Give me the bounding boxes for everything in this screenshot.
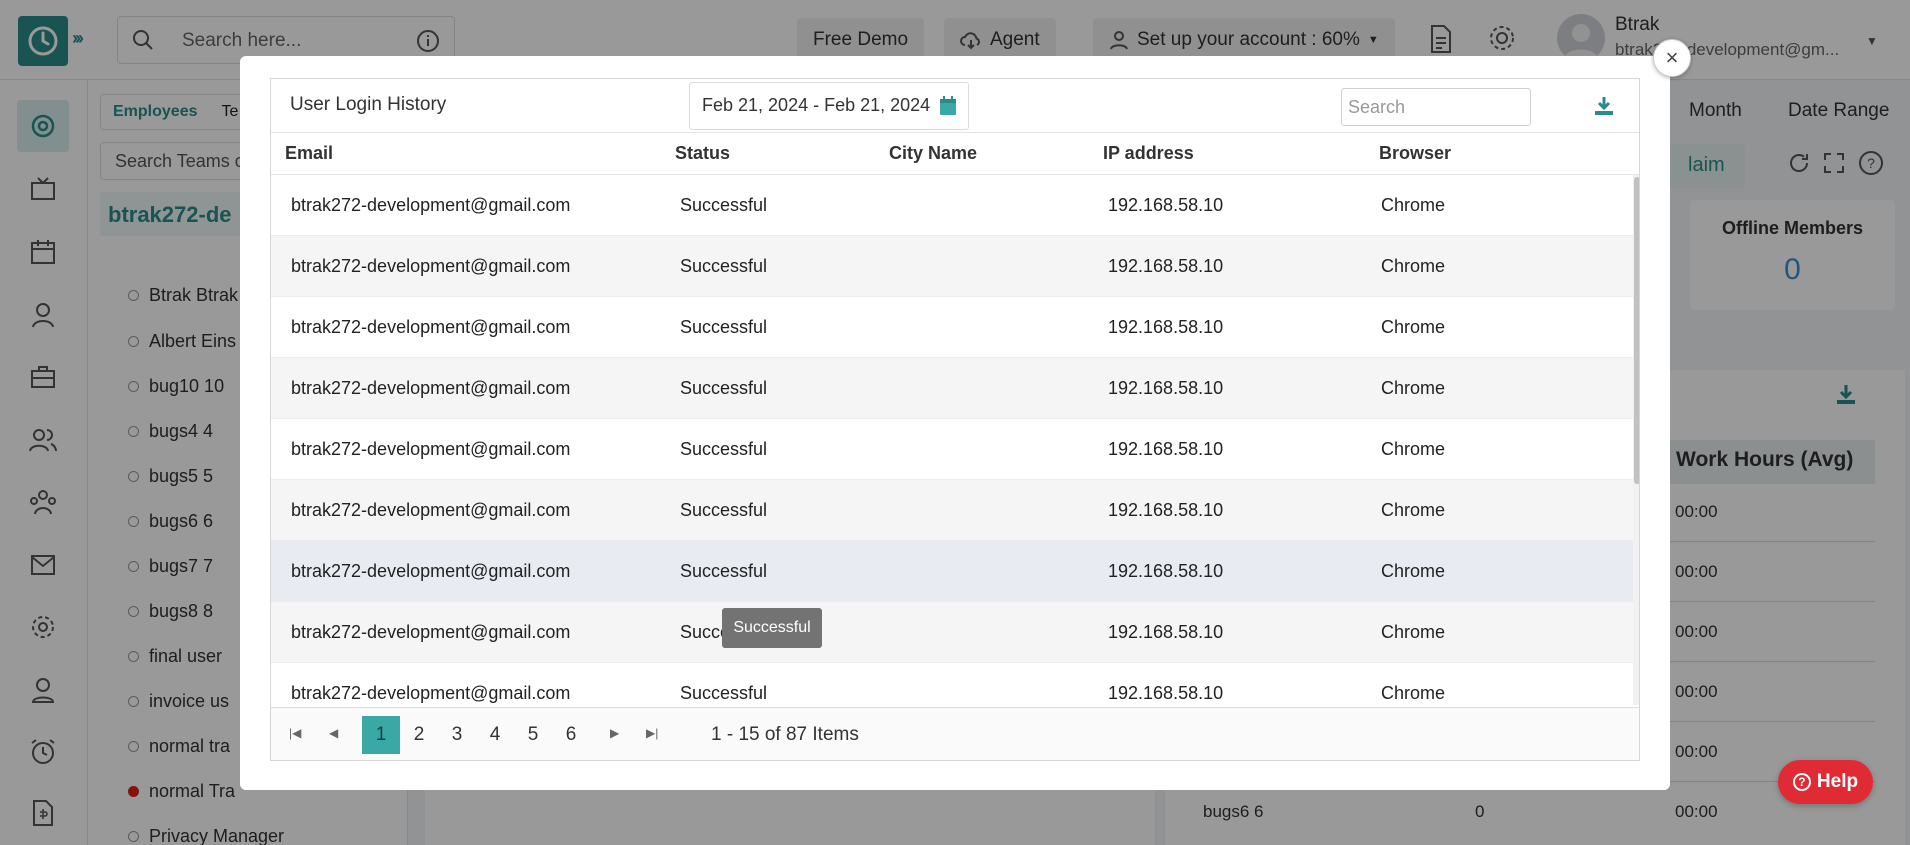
table-row[interactable]: btrak272-development@gmail.com Successfu… xyxy=(271,419,1633,480)
page-4-button[interactable]: 4 xyxy=(476,716,514,754)
browser-cell: Chrome xyxy=(1381,439,1446,459)
email-cell: btrak272-development@gmail.com xyxy=(291,683,571,703)
ip-cell: 192.168.58.10 xyxy=(1108,439,1224,459)
browser-cell: Chrome xyxy=(1381,561,1446,581)
next-page-icon[interactable]: ▶ xyxy=(610,726,619,740)
browser-cell: Chrome xyxy=(1381,195,1446,215)
page-6-button[interactable]: 6 xyxy=(552,716,590,754)
browser-cell: Chrome xyxy=(1381,500,1446,520)
grid-search-input[interactable] xyxy=(1341,88,1531,126)
status-cell: Successful xyxy=(680,195,768,215)
column-status[interactable]: Status xyxy=(675,143,730,164)
table-row[interactable]: btrak272-development@gmail.com Successfu… xyxy=(271,236,1633,297)
status-cell: Successful xyxy=(680,317,768,337)
table-row[interactable]: btrak272-development@gmail.com Successfu… xyxy=(271,602,1633,663)
email-cell: btrak272-development@gmail.com xyxy=(291,622,571,642)
email-cell: btrak272-development@gmail.com xyxy=(291,561,571,581)
email-cell: btrak272-development@gmail.com xyxy=(291,500,571,520)
first-page-icon[interactable]: |◀ xyxy=(289,726,301,740)
browser-cell: Chrome xyxy=(1381,683,1446,703)
browser-cell: Chrome xyxy=(1381,378,1446,398)
date-range-value: Feb 21, 2024 - Feb 21, 2024 xyxy=(702,95,931,115)
status-cell: Successful xyxy=(680,378,768,398)
email-cell: btrak272-development@gmail.com xyxy=(291,439,571,459)
table-row[interactable]: btrak272-development@gmail.com Successfu… xyxy=(271,297,1633,358)
ip-cell: 192.168.58.10 xyxy=(1108,378,1224,398)
pagination: |◀ ◀ 1 2 3 4 5 6 ▶ ▶| 1 - 15 of 87 Items xyxy=(271,707,1639,760)
question-circle-icon: ? xyxy=(1792,773,1811,791)
email-cell: btrak272-development@gmail.com xyxy=(291,195,571,215)
email-cell: btrak272-development@gmail.com xyxy=(291,256,571,276)
email-cell: btrak272-development@gmail.com xyxy=(291,317,571,337)
column-browser[interactable]: Browser xyxy=(1379,143,1451,164)
table-row[interactable]: btrak272-development@gmail.com Successfu… xyxy=(271,175,1633,236)
ip-cell: 192.168.58.10 xyxy=(1108,622,1224,642)
status-cell: Successful xyxy=(680,500,768,520)
status-cell: Successful xyxy=(680,256,768,276)
close-icon[interactable]: × xyxy=(1653,39,1691,77)
page-2-button[interactable]: 2 xyxy=(400,716,438,754)
ip-cell: 192.168.58.10 xyxy=(1108,683,1224,703)
page-5-button[interactable]: 5 xyxy=(514,716,552,754)
table-header: Email Status City Name IP address Browse… xyxy=(271,133,1639,175)
browser-cell: Chrome xyxy=(1381,622,1446,642)
last-page-icon[interactable]: ▶| xyxy=(646,726,658,740)
browser-cell: Chrome xyxy=(1381,317,1446,337)
status-tooltip: Successful xyxy=(722,608,822,648)
status-cell: Successful xyxy=(680,683,768,703)
column-email[interactable]: Email xyxy=(285,143,333,164)
table-body[interactable]: btrak272-development@gmail.com Successfu… xyxy=(271,175,1639,705)
page-3-button[interactable]: 3 xyxy=(438,716,476,754)
ip-cell: 192.168.58.10 xyxy=(1108,195,1224,215)
column-ip-address[interactable]: IP address xyxy=(1103,143,1194,164)
calendar-icon[interactable] xyxy=(938,95,958,117)
status-cell: Successful xyxy=(680,439,768,459)
date-range-picker[interactable]: Feb 21, 2024 - Feb 21, 2024 xyxy=(689,82,969,130)
table-scrollbar[interactable] xyxy=(1633,175,1639,705)
browser-cell: Chrome xyxy=(1381,256,1446,276)
column-city-name[interactable]: City Name xyxy=(889,143,977,164)
download-icon[interactable] xyxy=(1593,95,1615,117)
table-row[interactable]: btrak272-development@gmail.com Successfu… xyxy=(271,480,1633,541)
status-cell: Successful xyxy=(680,561,768,581)
previous-page-icon[interactable]: ◀ xyxy=(329,726,338,740)
ip-cell: 192.168.58.10 xyxy=(1108,561,1224,581)
login-history-card: User Login History Feb 21, 2024 - Feb 21… xyxy=(270,78,1640,761)
table-row[interactable]: btrak272-development@gmail.com Successfu… xyxy=(271,663,1633,705)
scrollbar-thumb[interactable] xyxy=(1634,177,1639,484)
page-1-button[interactable]: 1 xyxy=(362,716,400,754)
ip-cell: 192.168.58.10 xyxy=(1108,317,1224,337)
ip-cell: 192.168.58.10 xyxy=(1108,256,1224,276)
table-row[interactable]: btrak272-development@gmail.com Successfu… xyxy=(271,358,1633,419)
pagination-info: 1 - 15 of 87 Items xyxy=(711,724,859,745)
email-cell: btrak272-development@gmail.com xyxy=(291,378,571,398)
help-button[interactable]: ? Help xyxy=(1778,760,1873,804)
dialog-title: User Login History xyxy=(290,94,447,115)
table-row[interactable]: btrak272-development@gmail.com Successfu… xyxy=(271,541,1633,602)
ip-cell: 192.168.58.10 xyxy=(1108,500,1224,520)
help-label: Help xyxy=(1816,771,1859,792)
card-header: User Login History Feb 21, 2024 - Feb 21… xyxy=(271,79,1639,133)
